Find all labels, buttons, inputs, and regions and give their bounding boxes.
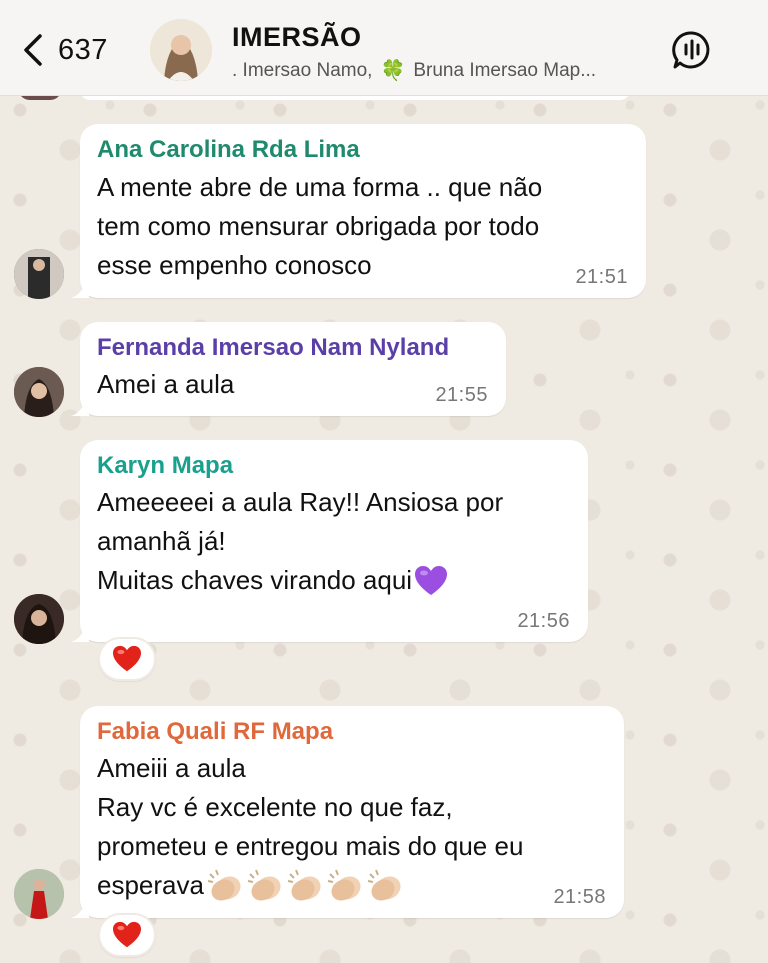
- message-bubble[interactable]: Fernanda Imersao Nam Nyland Amei a aula …: [71, 322, 506, 416]
- message-text-line: Ameiii a aula: [97, 753, 246, 783]
- message-text-line: amanhã já!: [97, 526, 226, 556]
- subtitle-members-part2: Bruna Imersao Map...: [413, 59, 597, 81]
- sender-avatar[interactable]: [14, 869, 64, 919]
- sender-photo: [14, 249, 64, 299]
- message-text-line: esse empenho conosco: [97, 250, 372, 280]
- clapping-hands-emoji: [247, 869, 281, 901]
- sender-name[interactable]: Karyn Mapa: [97, 452, 233, 480]
- clapping-hands-emoji-group: [206, 868, 406, 904]
- message-timestamp: 21:56: [517, 610, 570, 632]
- sender-photo: [14, 594, 64, 644]
- message-bubble[interactable]: Karyn Mapa Ameeeeei a aula Ray!! Ansiosa…: [71, 440, 588, 642]
- sender-name[interactable]: Ana Carolina Rda Lima: [97, 136, 360, 164]
- message-text-line: Ray vc é excelente no que faz,: [97, 792, 453, 822]
- message-text-line: A mente abre de uma forma .. que não: [97, 172, 543, 202]
- message-text: esperava: [97, 870, 204, 900]
- sender-name[interactable]: Fabia Quali RF Mapa: [97, 718, 333, 746]
- clapping-hands-emoji: [327, 869, 361, 901]
- message-timestamp: 21:51: [575, 266, 628, 288]
- group-members-subtitle: . Imersao Namo, 🍀 Bruna Imersao Map...: [232, 58, 662, 83]
- sender-avatar[interactable]: [14, 367, 64, 417]
- sender-photo: [14, 367, 64, 417]
- sender-name[interactable]: Fernanda Imersao Nam Nyland: [97, 334, 449, 362]
- message-text-line: Amei a aula: [97, 369, 235, 399]
- message-bubble[interactable]: Ana Carolina Rda Lima A mente abre de um…: [71, 124, 646, 298]
- group-call-button[interactable]: [672, 30, 712, 70]
- red-heart-emoji: [113, 645, 141, 672]
- bubble-tail: [71, 624, 89, 642]
- clapping-hands-emoji: [207, 869, 241, 901]
- chevron-left-icon: [24, 34, 42, 66]
- clapping-hands-emoji: [287, 869, 321, 901]
- message-text-line: tem como mensurar obrigada por todo: [97, 211, 540, 241]
- back-button[interactable]: 637: [18, 28, 108, 72]
- bubble-tail: [71, 900, 89, 918]
- red-heart-emoji: [113, 921, 141, 948]
- group-avatar[interactable]: [150, 19, 212, 81]
- message-timestamp: 21:58: [553, 886, 606, 908]
- clapping-hands-emoji: [367, 869, 401, 901]
- purple-heart-emoji: [415, 565, 448, 595]
- message-timestamp: 21:55: [435, 384, 488, 406]
- group-photo: [150, 19, 212, 81]
- reaction-badge[interactable]: [98, 637, 156, 681]
- bubble-tail: [71, 280, 89, 298]
- message-text-line-with-emoji: Muitas chaves virando aqui: [97, 561, 448, 600]
- message-text: Muitas chaves virando aqui: [97, 565, 413, 595]
- message-text-line: prometeu e entregou mais do que eu: [97, 831, 524, 861]
- bubble-tail: [71, 398, 89, 416]
- four-leaf-clover-icon: 🍀: [380, 60, 406, 82]
- reaction-badge[interactable]: [98, 913, 156, 957]
- message-text-line-with-emoji: esperava: [97, 866, 406, 905]
- unread-count: 637: [58, 33, 108, 66]
- message-text-line: Ameeeeei a aula Ray!! Ansiosa por: [97, 487, 504, 517]
- subtitle-members-part1: . Imersao Namo,: [232, 59, 373, 81]
- sender-photo: [14, 869, 64, 919]
- group-title: IMERSÃO: [232, 22, 362, 52]
- sender-avatar[interactable]: [14, 249, 64, 299]
- chat-header[interactable]: 637 IMERSÃO . Imersao Namo, 🍀 Bruna Imer…: [0, 0, 768, 96]
- message-bubble[interactable]: Fabia Quali RF Mapa Ameiii a aula Ray vc…: [71, 706, 624, 918]
- group-call-icon: [672, 31, 710, 69]
- sender-avatar[interactable]: [14, 594, 64, 644]
